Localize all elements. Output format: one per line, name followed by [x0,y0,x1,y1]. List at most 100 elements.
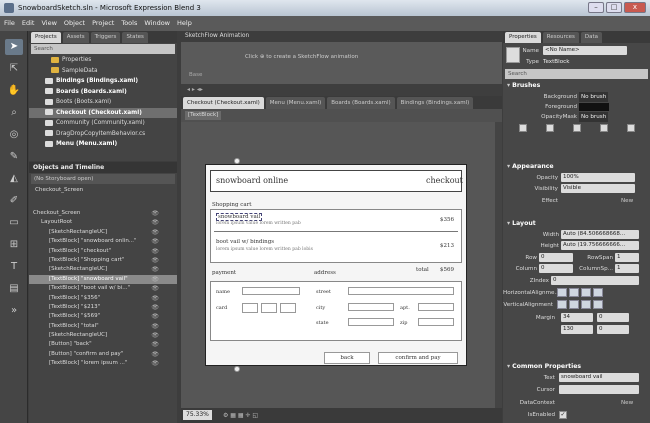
menu-object[interactable]: Object [64,16,85,31]
playback-controls-icon[interactable]: ◂ ▸ ◂▸ [187,86,203,93]
object-row[interactable]: [TextBlock] "total" 👁 [29,322,177,331]
tab-resources[interactable]: Resources [542,32,579,43]
margin-right-input[interactable]: 0 [597,313,629,322]
opacitymask-value[interactable]: No brush [579,112,609,122]
assets-tool-icon[interactable]: » [5,303,23,319]
visibility-eye-icon[interactable]: 👁 [151,350,159,359]
confirm-and-pay-button[interactable]: confirm and pay [378,352,458,364]
brush-resource-icon[interactable] [626,124,635,132]
sketch-screen[interactable]: snowboard online checkout Shopping cart … [205,164,467,366]
control-tool-icon[interactable]: ▤ [5,281,23,297]
margin-top-input[interactable]: 130 [561,325,593,334]
doc-tab-boards[interactable]: Boards (Boards.xaml) [327,97,395,109]
close-button[interactable]: x [624,2,646,13]
object-row[interactable]: [SketchRectangleUC] 👁 [29,228,177,237]
visibility-eye-icon[interactable]: 👁 [151,247,159,256]
solid-brush-icon[interactable] [545,124,554,132]
name-field[interactable] [242,287,300,295]
doc-tab-checkout[interactable]: Checkout (Checkout.xaml) [183,97,264,109]
no-brush-icon[interactable] [518,124,527,132]
align-top-icon[interactable] [557,300,567,309]
tab-data[interactable]: Data [580,32,603,43]
visibility-eye-icon[interactable]: 👁 [151,237,159,246]
align-left-icon[interactable] [557,288,567,297]
property-search-input[interactable]: Search [505,69,648,79]
pen-tool-icon[interactable]: ✐ [5,193,23,209]
foreground-swatch[interactable] [579,103,609,111]
maximize-button[interactable]: □ [606,2,622,13]
rectangle-tool-icon[interactable]: ▭ [5,215,23,231]
menu-view[interactable]: View [41,16,56,31]
item1-text[interactable]: snowboard vail [216,213,263,221]
datacontext-new-button[interactable]: New [621,398,633,408]
apt-field[interactable] [418,303,454,311]
view-options-icon[interactable]: ⚙ ▦ ▦ ✛ ◱ [223,408,258,423]
street-field[interactable] [348,287,454,295]
object-row[interactable]: [TextBlock] "lorem ipsum ..." 👁 [29,359,177,368]
tab-properties[interactable]: Properties [505,32,541,43]
project-item[interactable]: Checkout (Checkout.xaml) [29,107,177,118]
visibility-eye-icon[interactable]: 👁 [151,218,159,227]
object-row[interactable]: [TextBlock] "$213" 👁 [29,303,177,312]
project-item[interactable]: Bindings (Bindings.xaml) [29,76,177,87]
object-row[interactable]: [SketchRectangleUC] 👁 [29,331,177,340]
align-middle-icon[interactable] [569,300,579,309]
storyboard-picker[interactable]: (No Storyboard open) [31,174,175,184]
object-row[interactable]: [SketchRectangleUC] 👁 [29,265,177,274]
align-vstretch-icon[interactable] [593,300,603,309]
canvas-vertical-scrollbar[interactable] [495,122,502,408]
visibility-eye-icon[interactable]: 👁 [151,265,159,274]
margin-left-input[interactable]: 34 [561,313,593,322]
object-row[interactable]: Checkout_Screen 👁 [29,209,177,218]
card-field-3[interactable] [280,303,296,313]
object-row[interactable]: [Button] "confirm and pay" 👁 [29,350,177,359]
project-search-input[interactable]: Search [31,44,175,54]
row-input[interactable]: 0 [539,253,573,262]
visibility-eye-icon[interactable]: 👁 [151,312,159,321]
project-item[interactable]: Menu (Menu.xaml) [29,139,177,150]
doc-tab-menu[interactable]: Menu (Menu.xaml) [265,97,326,109]
pan-tool-icon[interactable]: ✋ [5,83,23,99]
direct-select-tool-icon[interactable]: ⇱ [5,61,23,77]
project-item[interactable]: Community (Community.xaml) [29,118,177,129]
zindex-input[interactable]: 0 [551,276,639,285]
tab-assets[interactable]: Assets [62,32,89,43]
object-row[interactable]: [TextBlock] "snowboard vail" 👁 [29,274,177,285]
selection-tool-icon[interactable]: ➤ [5,39,23,55]
visibility-eye-icon[interactable]: 👁 [151,209,159,218]
name-input[interactable]: <No Name> [543,46,627,55]
cursor-select[interactable] [559,385,639,394]
align-bottom-icon[interactable] [581,300,591,309]
menu-window[interactable]: Window [144,16,170,31]
paint-bucket-icon[interactable]: ◭ [5,171,23,187]
eyedropper-tool-icon[interactable]: ✎ [5,149,23,165]
menu-edit[interactable]: Edit [22,16,35,31]
zoom-level[interactable]: 75.33% [183,410,212,420]
visibility-eye-icon[interactable]: 👁 [151,303,159,312]
card-field-1[interactable] [242,303,258,313]
state-field[interactable] [348,318,394,326]
gradient-brush-icon[interactable] [572,124,581,132]
tab-states[interactable]: States [122,32,148,43]
grid-layout-tool-icon[interactable]: ⊞ [5,237,23,253]
text-input[interactable]: snowboard vail [559,373,639,382]
object-row[interactable]: [TextBlock] "checkout" 👁 [29,247,177,256]
object-row[interactable]: [TextBlock] "$356" 👁 [29,294,177,303]
width-input[interactable]: Auto (84.506668668... [561,230,639,239]
project-item[interactable]: SampleData [29,66,177,77]
back-button[interactable]: back [324,352,370,364]
visibility-eye-icon[interactable]: 👁 [151,284,159,293]
object-row[interactable]: [Button] "back" 👁 [29,340,177,349]
project-item[interactable]: Properties [29,55,177,66]
project-item[interactable]: Boards (Boards.xaml) [29,87,177,98]
background-value[interactable]: No brush [579,92,609,102]
height-input[interactable]: Auto (19.756666666... [561,241,639,250]
align-center-icon[interactable] [569,288,579,297]
top-resize-handle[interactable] [234,158,240,164]
tab-projects[interactable]: Projects [31,32,61,43]
camera-orbit-icon[interactable]: ◎ [5,127,23,143]
minimize-button[interactable]: – [588,2,604,13]
menu-tools[interactable]: Tools [121,16,137,31]
opacity-input[interactable]: 100% [561,173,635,182]
visibility-eye-icon[interactable]: 👁 [151,340,159,349]
